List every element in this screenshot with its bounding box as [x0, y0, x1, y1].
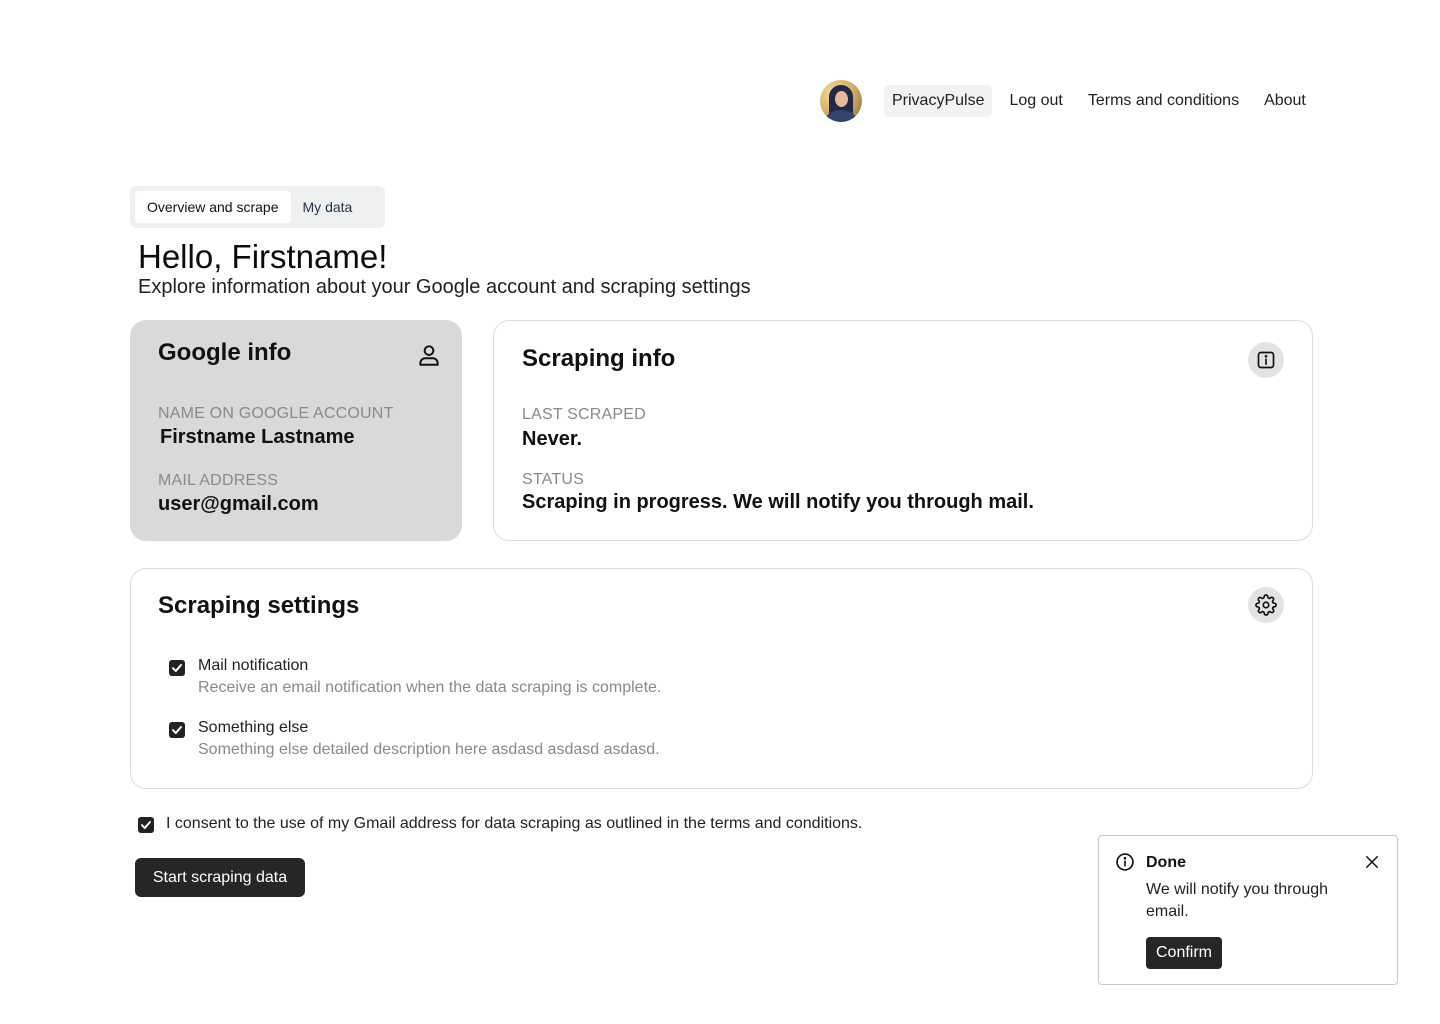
google-info-card: Google info NAME ON GOOGLE ACCOUNT First… [130, 320, 462, 541]
last-scraped-value: Never. [522, 428, 583, 450]
nav-link-terms[interactable]: Terms and conditions [1080, 85, 1247, 117]
person-icon [416, 342, 442, 373]
scraping-settings-card: Scraping settings Mail notification Rece… [130, 568, 1313, 789]
mail-notification-desc: Receive an email notification when the d… [198, 679, 662, 696]
tab-overview-and-scrape[interactable]: Overview and scrape [135, 191, 291, 223]
mail-label: MAIL ADDRESS [158, 472, 279, 489]
toast-title: Done [1146, 854, 1186, 871]
mail-notification-checkbox[interactable] [169, 660, 185, 676]
mail-value: user@gmail.com [158, 493, 319, 515]
gear-icon[interactable] [1248, 587, 1284, 623]
page: PrivacyPulse Log out Terms and condition… [0, 0, 1440, 1024]
nav-link-about[interactable]: About [1256, 85, 1314, 117]
consent-checkbox[interactable] [138, 817, 154, 833]
toast-notification: Done We will notify you through email. C… [1098, 835, 1398, 985]
something-else-desc: Something else detailed description here… [198, 741, 660, 758]
info-icon[interactable] [1248, 342, 1284, 378]
nav-link-privacypulse[interactable]: PrivacyPulse [884, 85, 993, 117]
page-subtitle: Explore information about your Google ac… [138, 276, 751, 298]
google-info-title: Google info [158, 339, 292, 366]
last-scraped-label: LAST SCRAPED [522, 406, 646, 423]
nav-link-logout[interactable]: Log out [1001, 85, 1070, 117]
close-icon[interactable] [1363, 853, 1381, 876]
consent-text: I consent to the use of my Gmail address… [166, 815, 863, 832]
something-else-title: Something else [198, 719, 309, 736]
status-label: STATUS [522, 471, 584, 488]
toast-message: We will notify you through email. [1146, 881, 1329, 920]
mail-notification-title: Mail notification [198, 657, 309, 674]
something-else-checkbox[interactable] [169, 722, 185, 738]
scraping-settings-title: Scraping settings [158, 592, 360, 619]
tab-bar: Overview and scrape My data [130, 186, 385, 228]
scraping-info-title: Scraping info [522, 345, 676, 372]
confirm-button[interactable]: Confirm [1146, 937, 1222, 969]
top-nav: PrivacyPulse Log out Terms and condition… [820, 80, 1323, 122]
tab-my-data[interactable]: My data [291, 191, 365, 223]
scraping-info-card: Scraping info LAST SCRAPED Never. STATUS… [493, 320, 1313, 541]
avatar[interactable] [820, 80, 862, 122]
info-circle-icon [1115, 852, 1135, 877]
start-scraping-button[interactable]: Start scraping data [135, 858, 305, 897]
name-value: Firstname Lastname [160, 426, 355, 448]
status-value: Scraping in progress. We will notify you… [522, 491, 1034, 513]
page-title: Hello, Firstname! [138, 238, 388, 275]
name-label: NAME ON GOOGLE ACCOUNT [158, 405, 394, 422]
